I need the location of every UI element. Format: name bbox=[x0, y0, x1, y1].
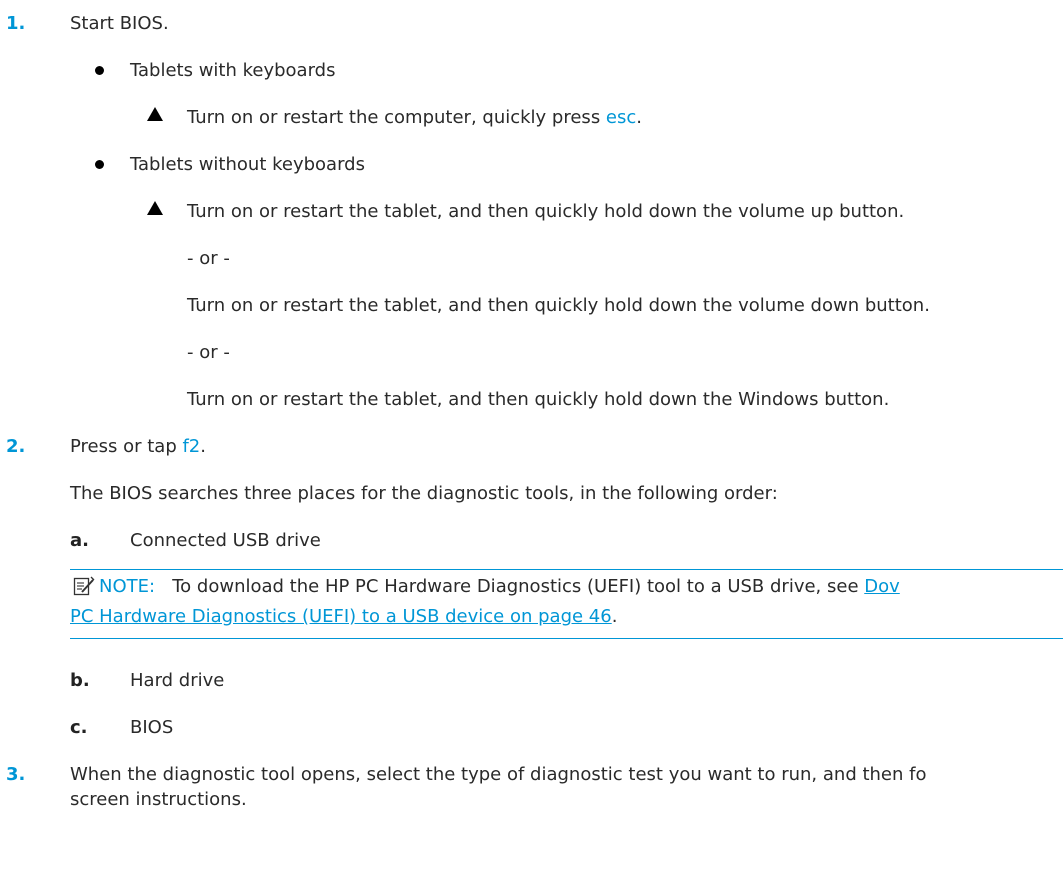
note-pencil-icon bbox=[73, 576, 95, 596]
triangle-bullet-icon bbox=[147, 107, 163, 121]
note-text: NOTE: To download the HP PC Hardware Dia… bbox=[99, 576, 900, 597]
step-text: Press or tap f2. bbox=[70, 436, 206, 457]
bios-option-title: Tablets with keyboards bbox=[130, 60, 336, 81]
note-text-continued: PC Hardware Diagnostics (UEFI) to a USB … bbox=[70, 606, 618, 627]
bios-option-action: Turn on or restart the tablet, and then … bbox=[187, 389, 890, 410]
search-place: Connected USB drive bbox=[130, 530, 321, 551]
list-letter: b. bbox=[70, 670, 90, 691]
download-link[interactable]: Dov bbox=[864, 576, 900, 597]
step-text-continued: screen instructions. bbox=[70, 789, 247, 810]
bios-option-action: Turn on or restart the tablet, and then … bbox=[187, 201, 905, 222]
bullet-icon bbox=[95, 66, 104, 75]
esc-key: esc bbox=[605, 107, 637, 128]
note-bottom-rule bbox=[70, 638, 1063, 639]
triangle-bullet-icon bbox=[147, 201, 163, 215]
step-text: Start BIOS. bbox=[70, 13, 169, 34]
list-letter: a. bbox=[70, 530, 89, 551]
list-letter: c. bbox=[70, 717, 88, 738]
or-separator: - or - bbox=[187, 342, 230, 363]
step-number: 3. bbox=[6, 764, 26, 785]
bios-option-action: Turn on or restart the tablet, and then … bbox=[187, 295, 930, 316]
step-number: 1. bbox=[6, 13, 26, 34]
or-separator: - or - bbox=[187, 248, 230, 269]
bios-option-action: Turn on or restart the computer, quickly… bbox=[187, 107, 643, 128]
bullet-icon bbox=[95, 160, 104, 169]
search-intro: The BIOS searches three places for the d… bbox=[70, 483, 778, 504]
search-place: Hard drive bbox=[130, 670, 225, 691]
f2-key: f2 bbox=[182, 436, 201, 457]
step-text: When the diagnostic tool opens, select t… bbox=[70, 764, 927, 785]
step-number: 2. bbox=[6, 436, 26, 457]
search-place: BIOS bbox=[130, 717, 174, 738]
download-link-continued[interactable]: PC Hardware Diagnostics (UEFI) to a USB … bbox=[70, 606, 612, 627]
note-label: NOTE: bbox=[99, 576, 156, 597]
bios-option-title: Tablets without keyboards bbox=[130, 154, 365, 175]
note-top-rule bbox=[70, 569, 1063, 570]
